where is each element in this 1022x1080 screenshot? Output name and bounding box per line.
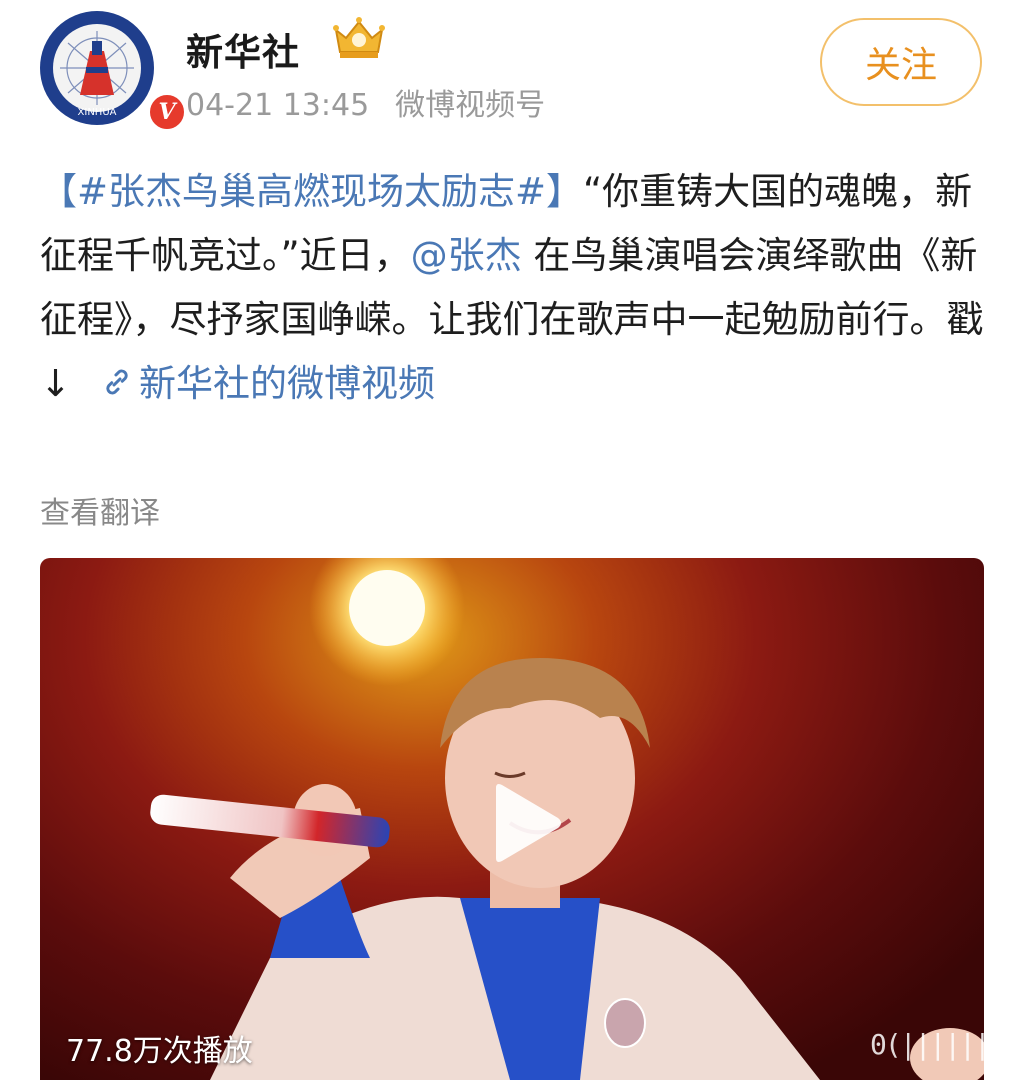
xinhua-logo-icon: XINHUA [42,13,152,123]
play-icon[interactable] [478,780,564,866]
post-timestamp: 04-21 13:45 [186,88,370,123]
link-icon[interactable] [99,364,135,400]
mention-link[interactable]: @张杰 [411,234,522,277]
crown-badge-icon [333,17,385,58]
verified-icon: V [146,91,188,133]
follow-button[interactable]: 关注 [820,18,982,106]
post-source[interactable]: 微博视频号 [395,88,545,123]
avatar[interactable]: XINHUA V [40,11,188,133]
avatar-text: XINHUA [78,107,117,118]
post-text: 【#张杰鸟巢高燃现场太励志#】“你重铸大国的魂魄，新征程千帆竞过。”近日，@张杰… [40,160,985,416]
video-link[interactable]: 新华社的微博视频 [139,362,435,405]
translate-link[interactable]: 查看翻译 [40,488,160,532]
video-player[interactable]: 77.8万次播放 0(|||||||| [40,558,984,1080]
post-meta: 04-21 13:45 微博视频号 [186,80,545,124]
view-count: 77.8万次播放 [66,1034,253,1069]
author-name[interactable]: 新华社 [186,22,300,76]
watermark: 0(|||||||| [870,1028,984,1061]
hashtag-link[interactable]: 【#张杰鸟巢高燃现场太励志#】 [40,170,583,213]
